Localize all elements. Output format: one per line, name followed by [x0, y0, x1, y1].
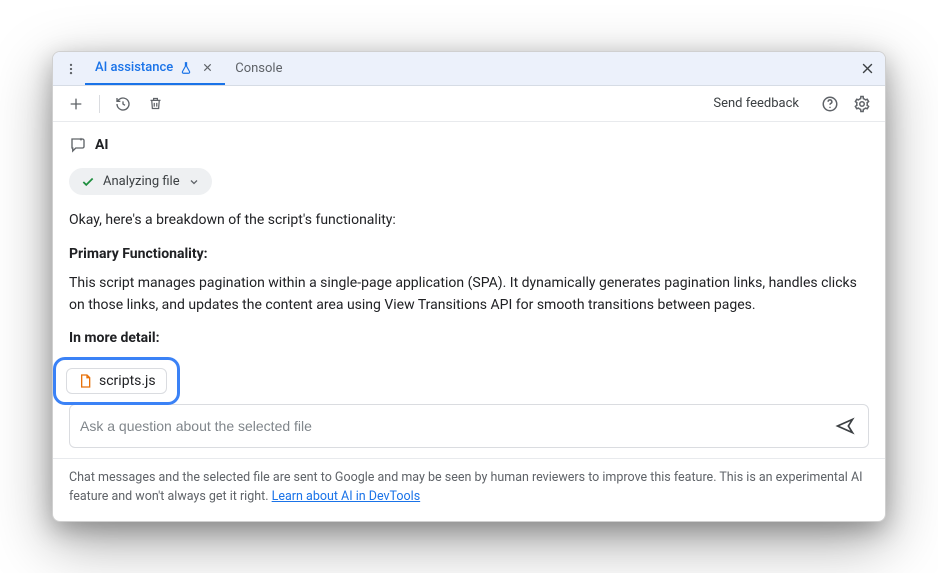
more-options-button[interactable] — [61, 59, 81, 79]
trash-icon — [148, 96, 163, 111]
ai-title: AI — [95, 137, 109, 153]
send-button[interactable] — [832, 413, 858, 439]
selected-file-name: scripts.js — [99, 373, 156, 389]
disclaimer-text: Chat messages and the selected file are … — [69, 470, 863, 504]
tab-ai-assistance[interactable]: AI assistance — [85, 52, 225, 85]
toolbar: Send feedback — [53, 86, 885, 122]
file-icon — [77, 373, 93, 389]
response-heading-detail: In more detail: — [69, 330, 869, 346]
help-icon — [821, 95, 839, 113]
history-button[interactable] — [110, 91, 136, 117]
status-label: Analyzing file — [103, 174, 180, 189]
close-icon — [860, 61, 875, 76]
chat-input-row — [69, 404, 869, 448]
new-chat-button[interactable] — [63, 91, 89, 117]
delete-button[interactable] — [142, 91, 168, 117]
panel-close-button[interactable] — [853, 55, 881, 83]
history-icon — [115, 96, 131, 112]
tab-label: AI assistance — [95, 60, 173, 75]
tab-label: Console — [235, 61, 282, 76]
close-icon — [202, 62, 213, 73]
plus-icon — [68, 96, 84, 112]
response-intro: Okay, here's a breakdown of the script's… — [69, 209, 869, 231]
devtools-panel: AI assistance Console Send feedback — [52, 51, 886, 522]
selected-file-chip[interactable]: scripts.js — [66, 368, 167, 394]
flask-icon — [179, 61, 193, 75]
settings-button[interactable] — [849, 91, 875, 117]
check-icon — [81, 175, 95, 189]
status-pill[interactable]: Analyzing file — [69, 168, 212, 195]
send-feedback-link[interactable]: Send feedback — [713, 96, 799, 111]
disclaimer-link[interactable]: Learn about AI in DevTools — [272, 489, 421, 504]
ai-response-header: AI — [69, 136, 869, 154]
send-icon — [835, 416, 855, 436]
selected-file-highlight: scripts.js — [53, 357, 180, 405]
help-button[interactable] — [817, 91, 843, 117]
kebab-icon — [64, 62, 78, 76]
response-heading-primary: Primary Functionality: — [69, 246, 869, 262]
tab-console[interactable]: Console — [225, 52, 292, 85]
toolbar-divider — [99, 95, 100, 113]
gear-icon — [853, 95, 871, 113]
chat-content: AI Analyzing file Okay, here's a breakdo… — [53, 122, 885, 346]
chevron-down-icon — [188, 176, 200, 188]
tab-close-button[interactable] — [199, 60, 215, 76]
sparkle-chat-icon — [69, 136, 87, 154]
tab-bar: AI assistance Console — [53, 52, 885, 86]
chat-input[interactable] — [80, 418, 832, 434]
disclaimer: Chat messages and the selected file are … — [53, 458, 885, 521]
response-paragraph: This script manages pagination within a … — [69, 272, 869, 317]
